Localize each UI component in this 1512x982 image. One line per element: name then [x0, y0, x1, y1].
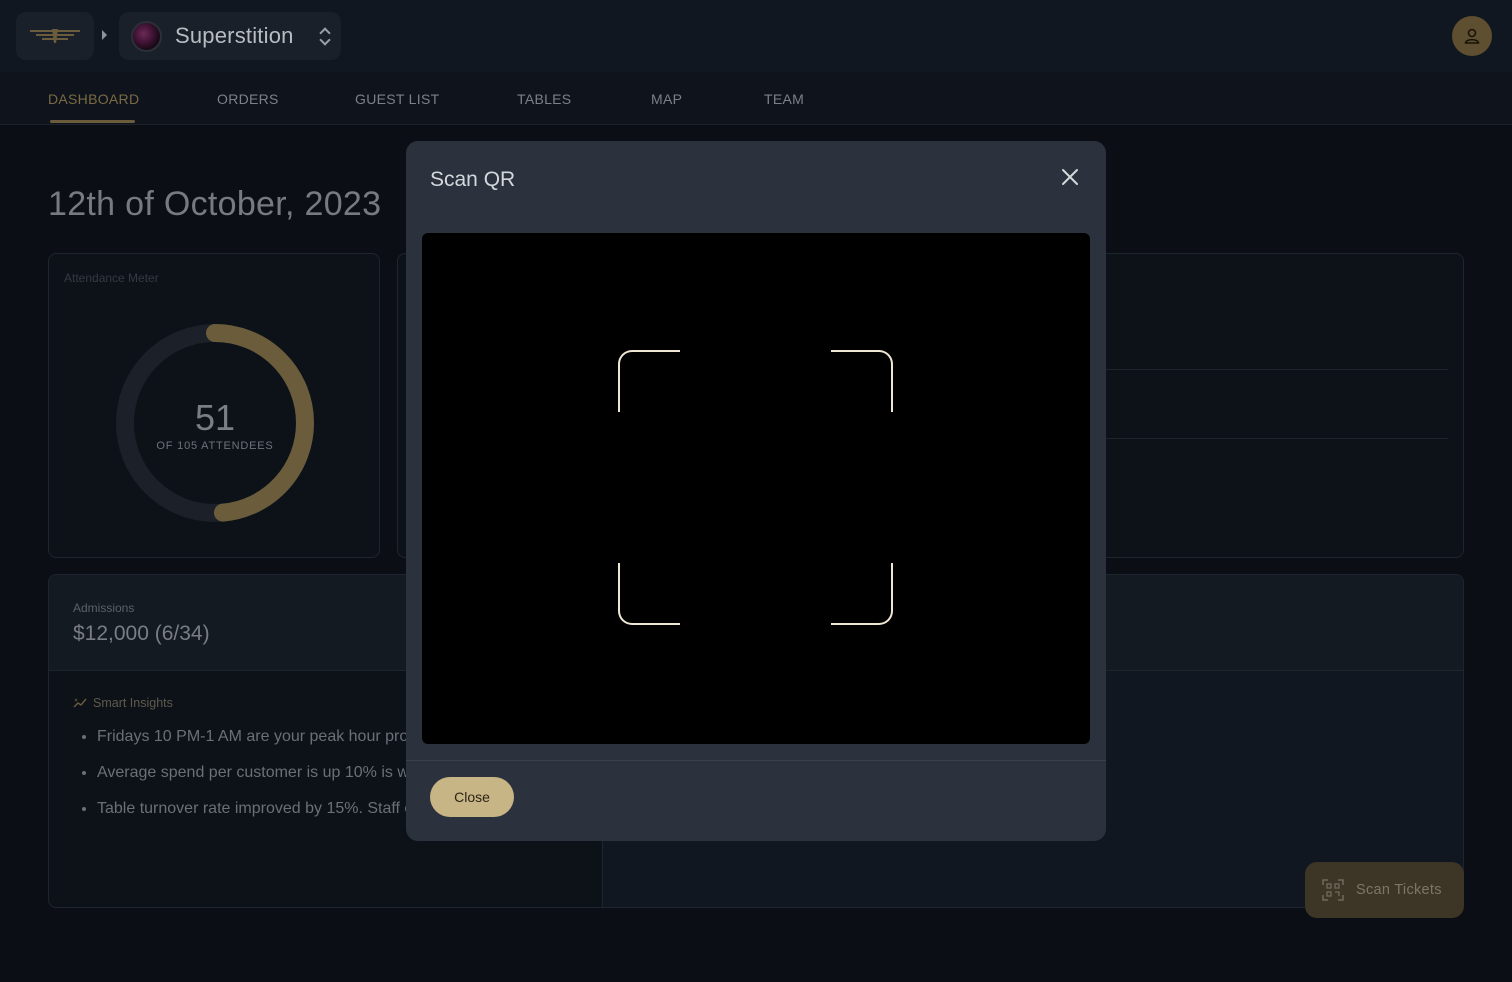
tab-orders[interactable]: ORDERS	[217, 91, 279, 107]
tab-dashboard[interactable]: DASHBOARD	[48, 91, 139, 107]
user-menu-button[interactable]	[1452, 16, 1492, 56]
sparkle-chart-icon	[73, 698, 87, 708]
admissions-label: Admissions	[73, 601, 135, 615]
nav-tabs: DASHBOARD ORDERS GUEST LIST TABLES MAP T…	[0, 72, 1512, 125]
attendance-subtitle: OF 105 ATTENDEES	[156, 440, 274, 452]
close-icon[interactable]	[1058, 165, 1082, 189]
active-tab-indicator	[50, 120, 135, 123]
top-bar: Superstition	[0, 0, 1512, 72]
venue-switcher[interactable]: Superstition	[119, 12, 341, 60]
tab-tables[interactable]: TABLES	[517, 91, 571, 107]
tab-team[interactable]: TEAM	[764, 91, 804, 107]
divider	[406, 760, 1106, 761]
venue-avatar	[131, 20, 162, 52]
tab-guest-list[interactable]: GUEST LIST	[355, 91, 439, 107]
page-title: 12th of October, 2023	[48, 185, 382, 223]
scan-tickets-button[interactable]: Scan Tickets	[1305, 862, 1464, 918]
smart-insights-title: Smart Insights	[73, 696, 173, 710]
venue-name: Superstition	[175, 23, 294, 48]
divider	[1098, 438, 1448, 439]
logo-button[interactable]	[16, 12, 94, 60]
scan-qr-modal: Scan QR Close	[406, 141, 1106, 841]
winged-logo-icon	[30, 29, 80, 43]
chevron-up-down-icon	[319, 26, 331, 46]
divider	[1098, 369, 1448, 370]
modal-title: Scan QR	[430, 168, 516, 191]
admissions-value: $12,000 (6/34)	[73, 622, 210, 645]
camera-viewfinder	[422, 233, 1090, 744]
attendance-meter-label: Attendance Meter	[64, 271, 159, 285]
user-icon	[1464, 28, 1480, 44]
viewfinder-corner	[831, 563, 893, 625]
tab-map[interactable]: MAP	[651, 91, 682, 107]
scan-tickets-label: Scan Tickets	[1356, 882, 1442, 898]
breadcrumb-separator-icon	[102, 30, 107, 40]
viewfinder-corner	[618, 563, 680, 625]
smart-insights-label: Smart Insights	[93, 696, 173, 710]
viewfinder-corner	[831, 350, 893, 412]
qr-scan-icon	[1322, 879, 1344, 901]
viewfinder-corner	[618, 350, 680, 412]
close-button[interactable]: Close	[430, 777, 514, 817]
attendance-count: 51	[194, 397, 236, 438]
attendance-meter-card: Attendance Meter 51 OF 105 ATTENDEES	[48, 253, 380, 558]
